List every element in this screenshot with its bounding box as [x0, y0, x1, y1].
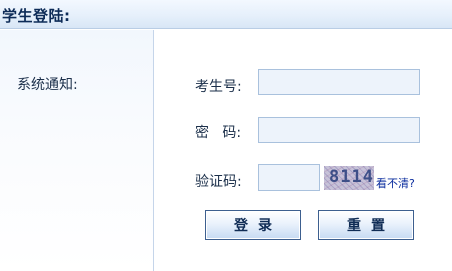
captcha-code: 8114 — [329, 167, 374, 187]
student-id-input[interactable] — [258, 69, 420, 95]
notice-panel: 系统通知: — [0, 30, 154, 271]
password-label: 密 码: — [195, 125, 242, 141]
password-input[interactable] — [258, 117, 420, 143]
captcha-input[interactable] — [258, 164, 320, 191]
reset-button[interactable]: 重置 — [318, 210, 414, 240]
login-button[interactable]: 登录 — [205, 210, 301, 240]
captcha-image[interactable]: 8114 — [324, 166, 374, 190]
captcha-label: 验证码: — [195, 174, 242, 190]
student-id-label: 考生号: — [195, 79, 242, 95]
system-notice-label: 系统通知: — [17, 77, 78, 93]
page-header: 学生登陆: — [0, 0, 452, 29]
page-title: 学生登陆: — [2, 7, 71, 25]
refresh-captcha-link[interactable]: 看不清? — [376, 175, 415, 191]
